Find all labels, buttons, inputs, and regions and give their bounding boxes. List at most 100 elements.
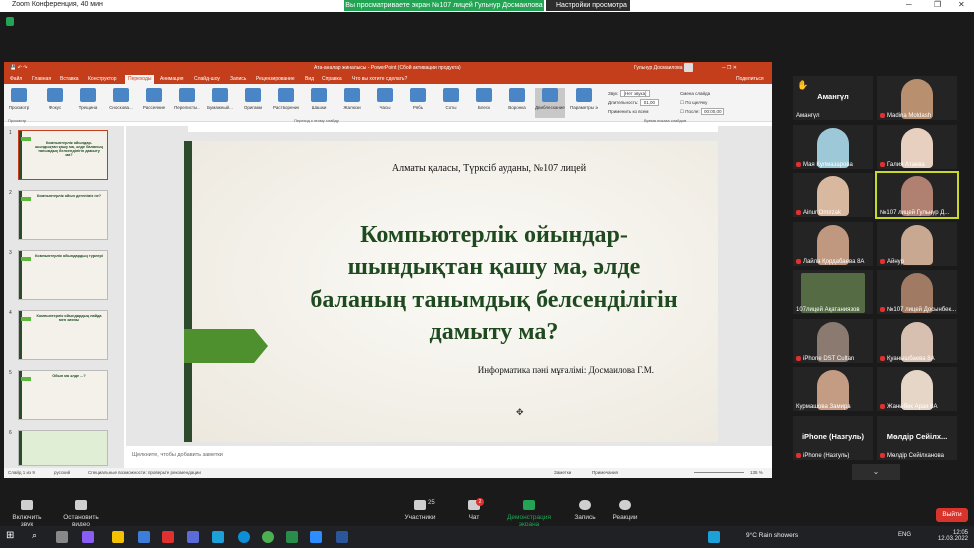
share-screen-button[interactable]: Демонстрация экрана [496,500,562,528]
transition-7[interactable]: Оригами [240,88,266,118]
transition-12[interactable]: Рябь [405,88,431,118]
slide-thumbnail[interactable]: Компьютерлік ойындардың пайда мен зияны [18,310,108,360]
participant-tile[interactable]: 107лицей Ақатаниязов [793,270,873,314]
tab-design[interactable]: Конструктор [88,76,117,82]
participant-tile[interactable]: №107 лицей Досынбек... [877,270,957,314]
minimize-icon[interactable]: ─ [906,0,912,9]
transition-8[interactable]: Растворение [273,88,299,118]
tab-transitions[interactable]: Переходы [125,75,155,84]
stop-video-button[interactable]: Остановить видео [54,500,108,528]
sound-row[interactable]: Звук: [Нет звука] [608,89,659,98]
zoom-level[interactable]: 135 % [750,470,763,475]
participant-tile[interactable]: Галия Атаева [877,125,957,169]
tab-file[interactable]: Файл [10,76,22,82]
participant-tile[interactable]: iPhone (Назгуль) iPhone (Назгуль) [793,416,873,460]
transition-focus[interactable]: Фокус [42,88,68,118]
transition-14[interactable]: Блеск [471,88,497,118]
language-status[interactable]: русский [54,470,70,475]
slide-thumbnail[interactable]: Ойын ма әлде ...? [18,370,108,420]
participant-tile-active[interactable]: №107 лицей Гульнур Д... [875,171,959,219]
accessibility-status[interactable]: Специальные возможности: проверьте реком… [88,470,201,475]
transition-crack[interactable]: Трещина [75,88,101,118]
participant-tile[interactable]: Мая Кулмазарова [793,125,873,169]
participant-tile[interactable]: Айнур [877,222,957,266]
maximize-icon[interactable]: ❐ [934,0,941,9]
tab-help[interactable]: Справка [322,76,342,82]
notes-pane[interactable]: Щелкните, чтобы добавить заметки [126,449,772,463]
tab-view[interactable]: Вид [305,76,314,82]
transition-6[interactable]: Бумажный... [207,88,233,118]
task-view-icon[interactable] [56,531,68,543]
slide-school-text[interactable]: Алматы қаласы, Түрксіб ауданы, №107 лице… [314,163,664,174]
duration-input[interactable]: 01,00 [639,99,659,106]
clock[interactable]: 12:05 12.03.2022 [938,530,968,542]
on-click-checkbox[interactable]: ☐ По щелчку [680,98,724,107]
zoom-taskbar-icon[interactable] [310,531,322,543]
unmute-button[interactable]: Включить звук [6,500,48,528]
participant-tile[interactable]: Курмашова Замира [793,367,873,411]
view-options-button[interactable]: Настройки просмотра ▾ [546,0,630,20]
reactions-button[interactable]: Реакции [610,500,640,521]
zoom-slider[interactable] [694,472,744,473]
transition-4[interactable]: Рассеяние [141,88,167,118]
slide-title[interactable]: Компьютерлік ойындар-шындықтан қашу ма, … [299,219,689,349]
transition-5[interactable]: Перелисты... [174,88,200,118]
transition-9[interactable]: Шашки [306,88,332,118]
file-explorer-icon[interactable] [112,531,124,543]
leave-meeting-button[interactable]: Выйти [936,508,968,522]
after-input[interactable]: 00:00,00 [700,108,725,115]
tell-me-search[interactable]: Что вы хотите сделать? [352,76,407,82]
sound-select[interactable]: [Нет звука] [619,90,651,97]
language-indicator[interactable]: ENG [898,532,911,538]
comments-button[interactable]: Примечания [592,470,618,475]
search-icon[interactable]: ⌕ [32,530,37,541]
shield-icon[interactable] [6,17,14,26]
app-icon[interactable] [212,531,224,543]
edge-icon[interactable] [238,531,250,543]
tab-record[interactable]: Запись [230,76,246,82]
after-checkbox[interactable]: ☐ После: 00:00,00 [680,107,725,116]
apply-all-button[interactable]: Применить ко всем [608,107,659,116]
app-icon[interactable] [138,531,150,543]
participant-tile[interactable]: Мөлдір Сейілх... Мөлдір Сейілханова [877,416,957,460]
participant-tile[interactable]: Лайла Қордабаева 8А [793,222,873,266]
slide-thumbnail[interactable]: Компьютерлік ойын дегеніміз не? [18,190,108,240]
participant-tile[interactable]: Ainur Omirzak [793,173,873,217]
word-icon[interactable] [336,531,348,543]
app-icon[interactable] [708,531,720,543]
tab-review[interactable]: Рецензирование [256,76,295,82]
ppt-window-controls[interactable]: ─ ❐ ✕ [722,65,737,71]
transition-11[interactable]: Часы [372,88,398,118]
participant-tile[interactable]: ✋ Амангүл Амангүл [793,76,873,120]
slide-teacher-text[interactable]: Информатика пәні мұғалімі: Досмаилова Г.… [424,365,654,375]
participant-tile[interactable]: Madina Moldash [877,76,957,120]
chrome-icon[interactable] [262,531,274,543]
transition-3[interactable]: Сноскова... [108,88,134,118]
transition-10[interactable]: Жалюзи [339,88,365,118]
yandex-icon[interactable] [162,531,174,543]
tab-slideshow[interactable]: Слайд-шоу [194,76,220,82]
slide-thumbnail[interactable]: Компьютерлік ойындар-шындықтан қашу ма, … [18,130,108,180]
app-icon[interactable] [286,531,298,543]
duration-row[interactable]: Длительность: 01,00 [608,98,659,107]
share-button[interactable]: Поделиться [736,76,764,82]
tab-insert[interactable]: Вставка [60,76,79,82]
transition-15[interactable]: Воронка [504,88,530,118]
preview-button[interactable]: Просмотр [6,88,32,118]
weather-widget[interactable]: 9°C Rain showers [746,532,798,539]
participant-tile[interactable]: Жаныбек Арая 8А [877,367,957,411]
app-icon[interactable] [82,531,94,543]
transition-selected[interactable]: Двиблескание [535,88,565,118]
avatar[interactable] [684,63,693,72]
current-slide[interactable]: Алматы қаласы, Түрксіб ауданы, №107 лице… [184,141,718,442]
notes-button[interactable]: Заметки [554,470,571,475]
participant-tile[interactable]: iPhone DST Cultan [793,319,873,363]
tab-animations[interactable]: Анимация [160,76,183,82]
transition-13[interactable]: Соты [438,88,464,118]
participant-tile[interactable]: Қуанышбаева 8А [877,319,957,363]
gallery-next-page-button[interactable]: ⌄ [852,464,900,480]
record-button[interactable]: Запись [572,500,598,521]
windows-start-icon[interactable]: ⊞ [6,530,14,541]
slide-thumbnail[interactable]: Компьютерлік ойындардың түрлері [18,250,108,300]
app-icon[interactable] [187,531,199,543]
